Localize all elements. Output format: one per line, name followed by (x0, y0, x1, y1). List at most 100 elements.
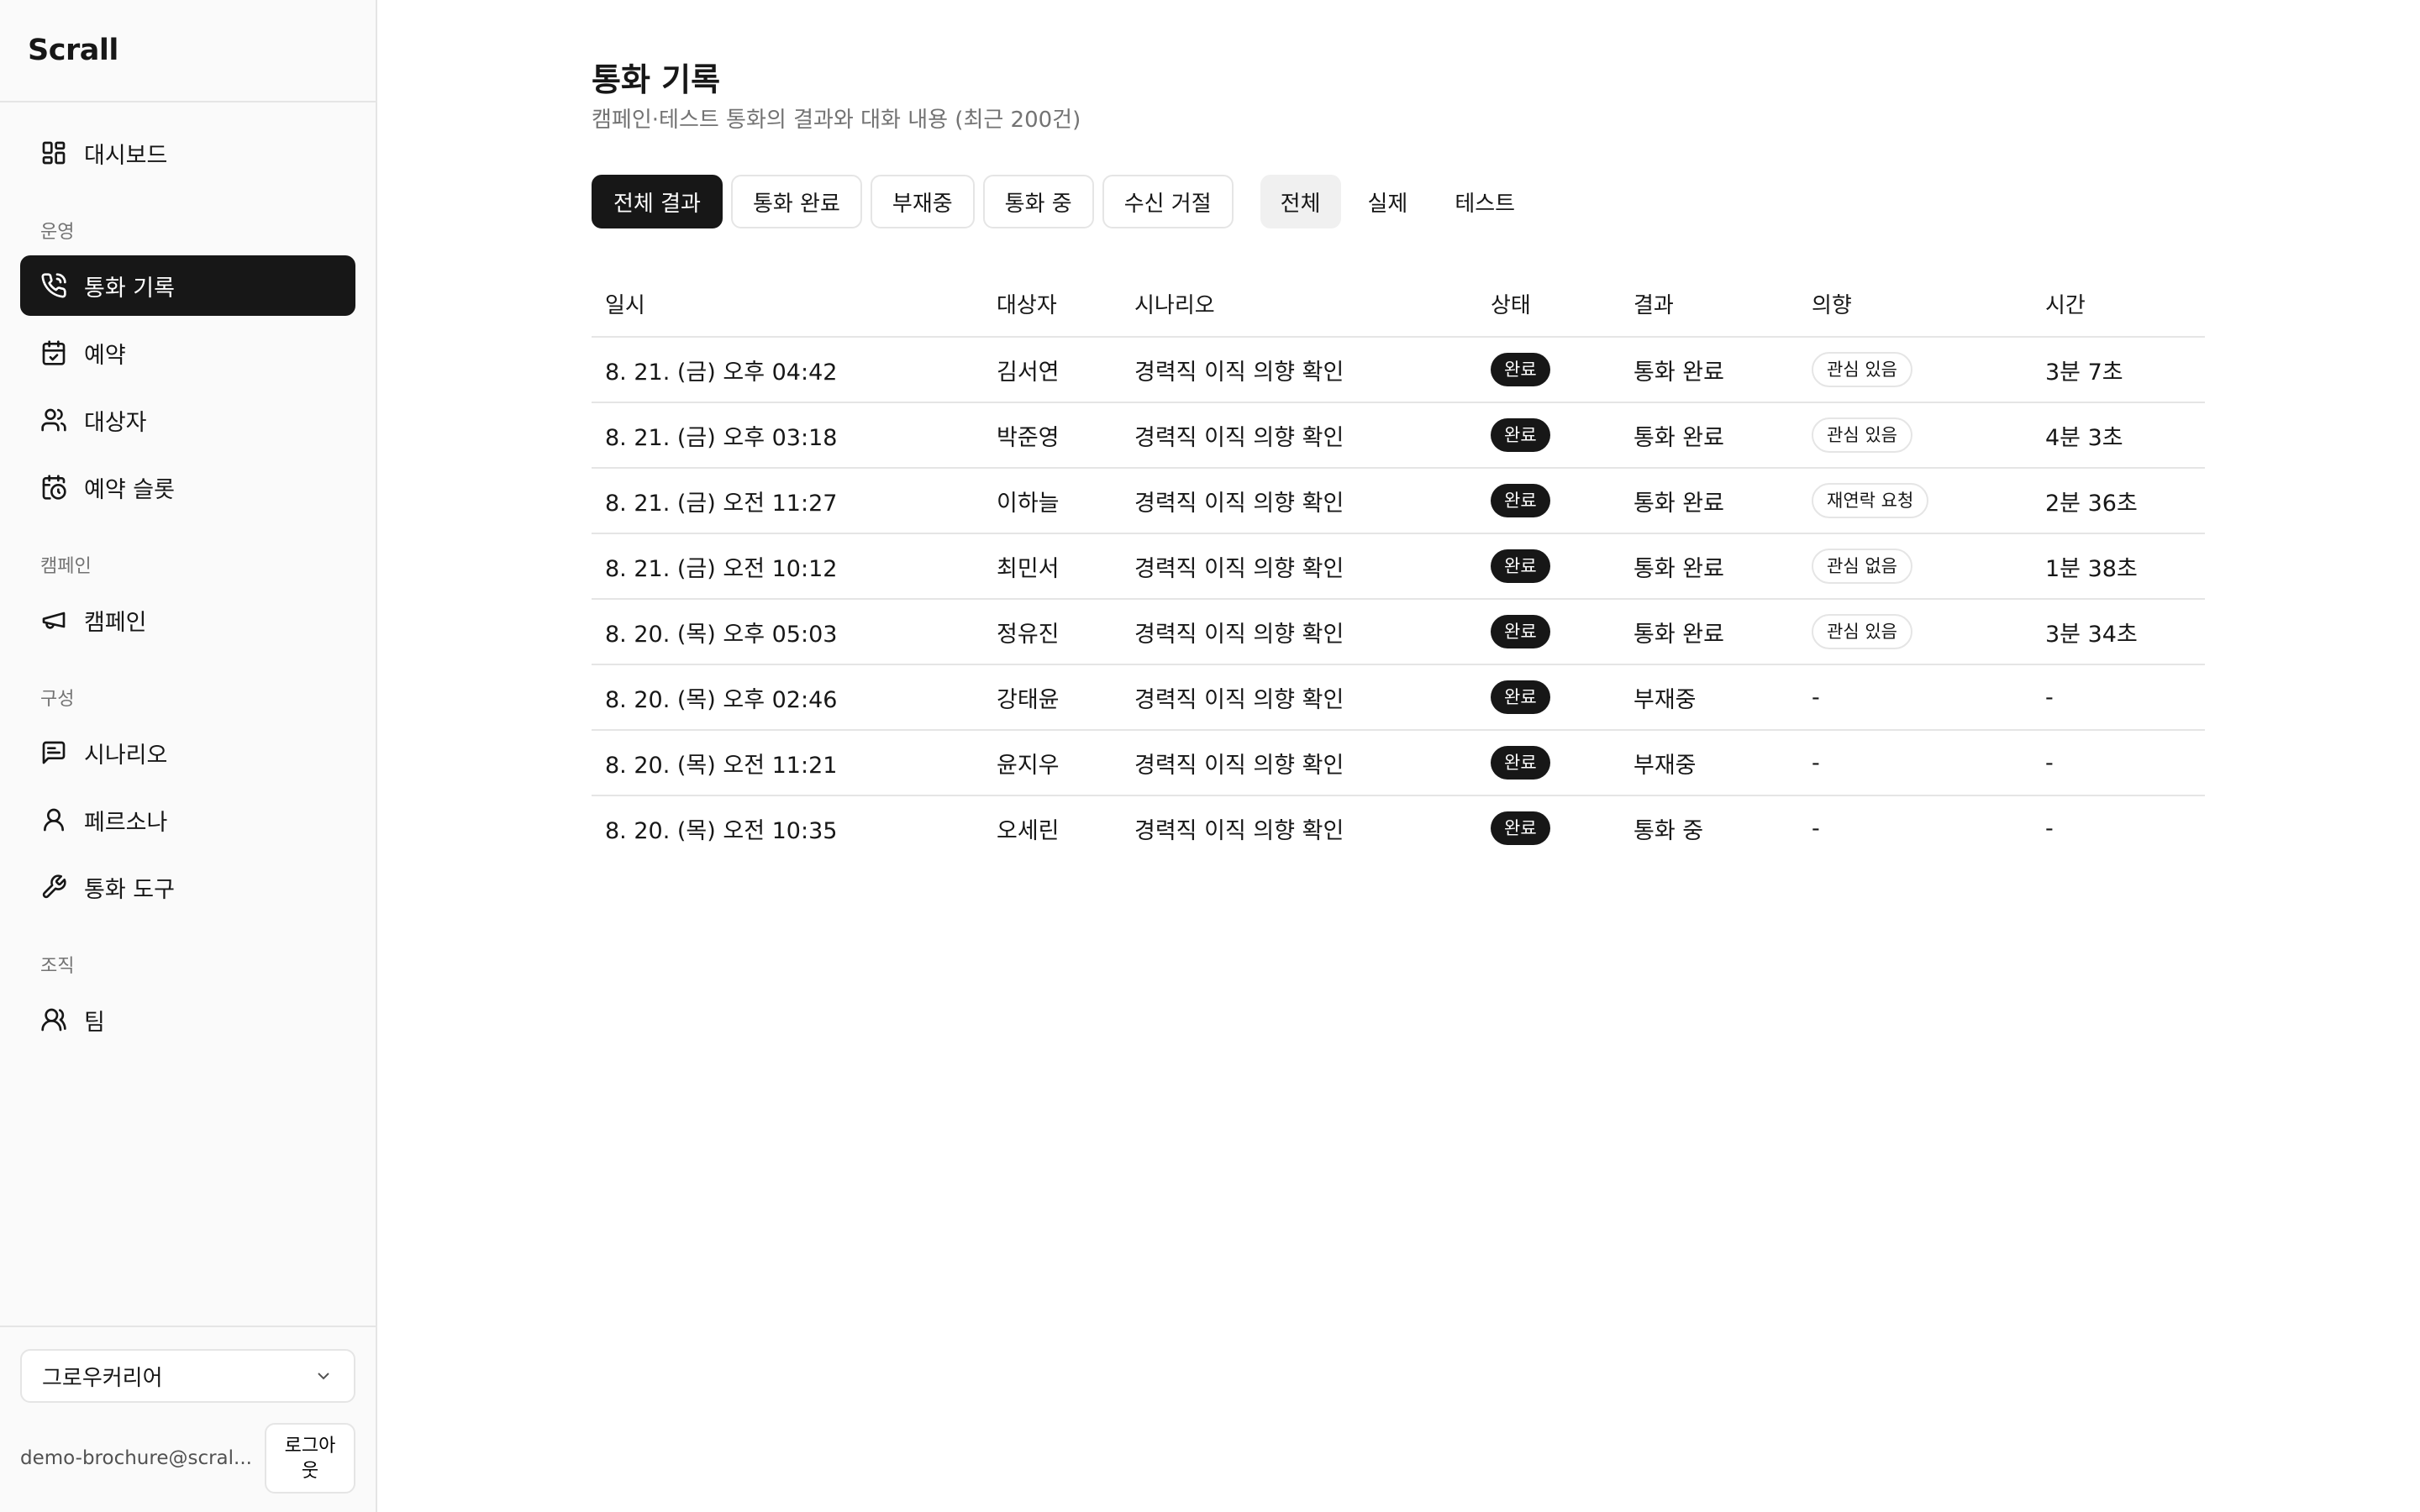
column-header-target[interactable]: 대상자 (983, 270, 1121, 338)
column-header-result[interactable]: 결과 (1620, 270, 1798, 338)
filter-type-all[interactable]: 전체 (1260, 175, 1341, 228)
org-select[interactable]: 그로우커리어 (20, 1349, 355, 1403)
target-name: 오세린 (997, 817, 1060, 844)
megaphone-icon (40, 606, 67, 633)
cell-datetime: 8. 21. (금) 오후 04:42 (592, 337, 983, 403)
brand-logo[interactable]: Scrall (0, 0, 376, 102)
sidebar-item-label: 시나리오 (84, 742, 168, 769)
table-row[interactable]: 8. 20. (목) 오후 05:03 정유진 경력직 이직 의향 확인 완료 통화 완… (592, 599, 2205, 665)
sidebar-item-targets[interactable]: 대상자 (20, 390, 355, 450)
filter-result-rejected[interactable]: 수신 거절 (1102, 175, 1234, 228)
cell-result: 통화 완료 (1620, 533, 1798, 600)
sidebar-item-scenarios[interactable]: 시나리오 (20, 722, 355, 783)
intent-badge: 재연락 요청 (1812, 483, 1929, 518)
table-row[interactable]: 8. 21. (금) 오후 03:18 박준영 경력직 이직 의향 확인 완료 통화 완… (592, 402, 2205, 469)
cell-scenario: 경력직 이직 의향 확인 (1121, 664, 1477, 731)
table-header-row: 일시 대상자 시나리오 상태 결과 의향 시간 (592, 270, 2205, 338)
cell-scenario: 경력직 이직 의향 확인 (1121, 795, 1477, 860)
filter-bar: 전체 결과 통화 완료 부재중 통화 중 수신 거절 전체 실제 테스트 (592, 175, 1542, 228)
wrench-icon (40, 874, 67, 900)
table-row[interactable]: 8. 21. (금) 오후 04:42 김서연 경력직 이직 의향 확인 완료 통화 완… (592, 337, 2205, 403)
column-header-datetime[interactable]: 일시 (592, 270, 983, 338)
target-name: 강태윤 (997, 686, 1060, 713)
cell-status: 완료 (1477, 533, 1620, 600)
cell-result: 부재중 (1620, 664, 1798, 731)
cell-result: 통화 중 (1620, 795, 1798, 860)
filter-result-in-call[interactable]: 통화 중 (982, 175, 1094, 228)
sidebar-item-label: 대상자 (84, 409, 147, 436)
target-name: 박준영 (997, 424, 1060, 451)
sidebar-item-personas[interactable]: 페르소나 (20, 790, 355, 850)
cell-result: 통화 완료 (1620, 468, 1798, 534)
column-header-status[interactable]: 상태 (1477, 270, 1620, 338)
page-subtitle: 캠페인·테스트 통화의 결과와 대화 내용 (최근 200건) (592, 108, 1081, 133)
cell-result: 부재중 (1620, 730, 1798, 796)
datetime-text: 8. 20. (목) 오전 11:21 (605, 752, 838, 779)
result-text: 통화 완료 (1634, 359, 1724, 386)
nav-section-config: 구성 (40, 689, 75, 710)
sidebar-footer: 그로우커리어 demo-brochure@scral... 로그아웃 (0, 1326, 376, 1512)
filter-type-real[interactable]: 실제 (1348, 175, 1428, 228)
status-badge: 완료 (1491, 746, 1550, 780)
sidebar-item-dashboard[interactable]: 대시보드 (20, 123, 355, 183)
sidebar-item-label: 통화 도구 (84, 876, 175, 903)
status-badge: 완료 (1491, 484, 1550, 517)
type-segmented-control: 전체 실제 테스트 (1260, 175, 1542, 228)
status-badge: 완료 (1491, 811, 1550, 845)
sidebar-item-label: 예약 슬롯 (84, 476, 175, 503)
filter-result-all[interactable]: 전체 결과 (592, 175, 723, 228)
sidebar-item-calls[interactable]: 통화 기록 (20, 255, 355, 316)
scenario-name: 경력직 이직 의향 확인 (1134, 752, 1344, 779)
calendar-check-icon (40, 339, 67, 366)
cell-target: 윤지우 (983, 730, 1121, 796)
intent-badge: 관심 없음 (1812, 549, 1912, 584)
scenario-name: 경력직 이직 의향 확인 (1134, 686, 1344, 713)
table-row[interactable]: 8. 21. (금) 오전 11:27 이하늘 경력직 이직 의향 확인 완료 통화 완… (592, 468, 2205, 534)
filter-type-test[interactable]: 테스트 (1434, 175, 1535, 228)
cell-datetime: 8. 20. (목) 오후 02:46 (592, 664, 983, 731)
scenario-name: 경력직 이직 의향 확인 (1134, 424, 1344, 451)
cell-scenario: 경력직 이직 의향 확인 (1121, 402, 1477, 469)
column-header-scenario[interactable]: 시나리오 (1121, 270, 1477, 338)
table-row[interactable]: 8. 20. (목) 오전 10:35 오세린 경력직 이직 의향 확인 완료 통화 중… (592, 795, 2205, 860)
filter-result-missed[interactable]: 부재중 (870, 175, 975, 228)
table-row[interactable]: 8. 21. (금) 오전 10:12 최민서 경력직 이직 의향 확인 완료 통화 완… (592, 533, 2205, 600)
table-row[interactable]: 8. 20. (목) 오전 11:21 윤지우 경력직 이직 의향 확인 완료 부재중 -… (592, 730, 2205, 796)
logout-button[interactable]: 로그아웃 (265, 1423, 355, 1494)
result-text: 통화 완료 (1634, 424, 1724, 451)
cell-scenario: 경력직 이직 의향 확인 (1121, 599, 1477, 665)
intent-badge: 관심 있음 (1812, 352, 1912, 387)
sidebar-item-reservations[interactable]: 예약 (20, 323, 355, 383)
cell-duration: - (2032, 664, 2205, 731)
cell-intent: - (1798, 664, 2032, 731)
result-text: 통화 완료 (1634, 490, 1724, 517)
scenario-name: 경력직 이직 의향 확인 (1134, 817, 1344, 844)
intent-empty: - (1812, 684, 1820, 711)
filter-result-completed[interactable]: 통화 완료 (730, 175, 862, 228)
status-badge: 완료 (1491, 615, 1550, 648)
datetime-text: 8. 21. (금) 오후 03:18 (605, 424, 838, 451)
table-row[interactable]: 8. 20. (목) 오후 02:46 강태윤 경력직 이직 의향 확인 완료 부재중 -… (592, 664, 2205, 731)
user-row: demo-brochure@scral... 로그아웃 (20, 1423, 355, 1494)
column-header-duration[interactable]: 시간 (2032, 270, 2205, 338)
status-badge: 완료 (1491, 680, 1550, 714)
cell-status: 완료 (1477, 730, 1620, 796)
cell-status: 완료 (1477, 599, 1620, 665)
sidebar-item-slots[interactable]: 예약 슬롯 (20, 457, 355, 517)
cell-result: 통화 완료 (1620, 402, 1798, 469)
cell-datetime: 8. 21. (금) 오후 03:18 (592, 402, 983, 469)
column-header-intent[interactable]: 의향 (1798, 270, 2032, 338)
sidebar-item-team[interactable]: 팀 (20, 990, 355, 1050)
nav-section-campaign: 캠페인 (40, 556, 92, 577)
cell-datetime: 8. 20. (목) 오전 11:21 (592, 730, 983, 796)
sidebar-item-campaigns[interactable]: 캠페인 (20, 590, 355, 650)
duration-text: - (2045, 815, 2054, 842)
duration-text: 2분 36초 (2045, 490, 2138, 517)
dashboard-grid-icon (40, 139, 67, 166)
sidebar-item-label: 캠페인 (84, 609, 147, 636)
org-select-value: 그로우커리어 (42, 1365, 163, 1391)
cell-intent: 관심 있음 (1798, 402, 2032, 469)
cell-duration: 4분 3초 (2032, 402, 2205, 469)
cell-datetime: 8. 20. (목) 오전 10:35 (592, 795, 983, 860)
sidebar-item-tools[interactable]: 통화 도구 (20, 857, 355, 917)
